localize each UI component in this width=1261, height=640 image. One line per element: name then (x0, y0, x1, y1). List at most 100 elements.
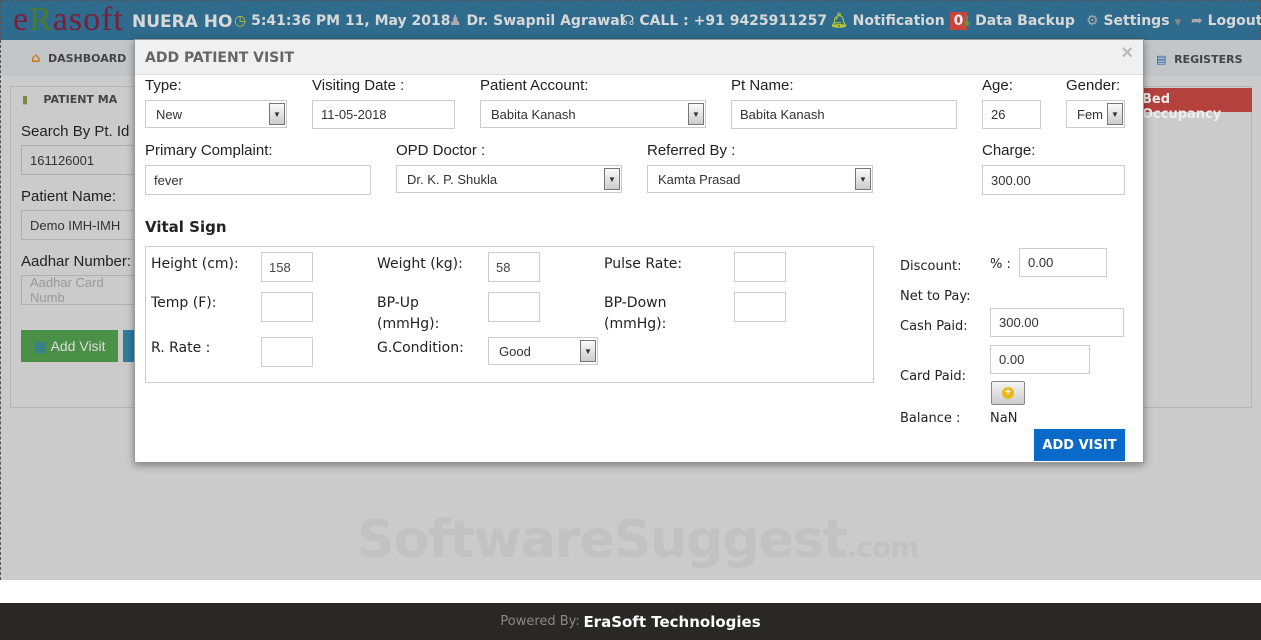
add-visit-button[interactable]: ADD VISIT (1034, 429, 1125, 461)
logout-link[interactable]: ➦ Logout (1191, 13, 1261, 29)
footer-prefix: Powered By: (500, 614, 580, 629)
bed-occupancy-button[interactable]: Bed Occupancy (1138, 88, 1252, 122)
tab-label: PATIENT MA (43, 93, 118, 106)
g-condition-select[interactable]: Good ▼ (488, 337, 598, 365)
visiting-date-input[interactable]: 11-05-2018 (312, 100, 455, 129)
r-rate-label: R. Rate : (151, 340, 211, 356)
notification-link[interactable]: 🔔︎ Notification 0 (830, 12, 968, 30)
settings-menu[interactable]: ⚙ Settings ▼ (1086, 13, 1181, 29)
watermark-suffix: .com (846, 531, 920, 564)
g-condition-value: Good (499, 343, 531, 359)
patient-account-select[interactable]: Babita Kanash ▼ (480, 100, 706, 128)
modal-title: ADD PATIENT VISIT (145, 50, 295, 66)
r-rate-input[interactable] (261, 337, 313, 367)
age-label: Age: (982, 77, 1013, 94)
bell-icon: 🔔︎ (830, 13, 848, 29)
height-label: Height (cm): (151, 256, 239, 272)
chevron-down-icon: ▼ (580, 340, 596, 362)
opd-doctor-select[interactable]: Dr. K. P. Shukla ▼ (396, 165, 622, 193)
chevron-down-icon: ▼ (688, 103, 704, 125)
patient-account-label: Patient Account: (480, 77, 589, 94)
watermark: SoftwareSuggest.com (357, 510, 920, 570)
bp-down-input[interactable] (734, 292, 786, 322)
hospital-name: NUERA HO (132, 12, 233, 32)
footer-company[interactable]: EraSoft Technologies (583, 613, 760, 631)
nav-dashboard[interactable]: ⌂ DASHBOARD (31, 51, 126, 66)
g-condition-label: G.Condition: (377, 340, 464, 356)
call-text: CALL : +91 9425911257 (639, 13, 828, 29)
charge-label: Charge: (982, 142, 1036, 159)
nav-registers[interactable]: ▤ REGISTERS (1156, 53, 1243, 66)
gear-icon: ⚙ (1086, 13, 1099, 29)
referred-by-select[interactable]: Kamta Prasad ▼ (647, 165, 873, 193)
data-backup-link[interactable]: ⤓ Data Backup (964, 13, 1075, 29)
chevron-down-icon: ▼ (855, 168, 871, 190)
download-icon: ⤓ (964, 13, 971, 29)
net-to-pay-label: Net to Pay: (900, 289, 971, 304)
plus-circle-icon: + (1002, 387, 1014, 399)
card-paid-input[interactable]: 0.00 (990, 345, 1090, 374)
add-payment-button[interactable]: + (991, 381, 1025, 405)
patient-name-input[interactable]: Demo IMH-IMH (21, 210, 141, 240)
discount-input[interactable]: 0.00 (1019, 248, 1107, 277)
search-input[interactable]: 161126001 (21, 145, 141, 175)
chevron-down-icon: ▼ (1107, 103, 1123, 125)
headset-icon: ☊ (622, 13, 635, 29)
backup-label: Data Backup (975, 13, 1075, 29)
bp-up-text: BP-Up (377, 295, 419, 311)
book-icon: ▮ (22, 93, 29, 106)
footer: Powered By: EraSoft Technologies (0, 603, 1261, 640)
gender-value: Fem (1077, 106, 1103, 122)
weight-label: Weight (kg): (377, 256, 463, 272)
tab-patient-management[interactable]: ▮ PATIENT MA (22, 93, 117, 106)
type-value: New (156, 106, 183, 122)
nav-dashboard-label: DASHBOARD (47, 52, 127, 65)
search-label: Search By Pt. Id (21, 123, 130, 140)
card-paid-label: Card Paid: (900, 369, 967, 384)
vital-sign-heading: Vital Sign (145, 218, 227, 236)
caret-down-icon: ▼ (1174, 18, 1182, 28)
watermark-text: SoftwareSuggest (357, 510, 848, 570)
share-icon: ➦ (1191, 13, 1203, 29)
gender-select[interactable]: Fem ▼ (1066, 100, 1125, 128)
bp-down-text: BP-Down (604, 295, 667, 311)
bp-up-unit: (mmHg): (377, 316, 440, 332)
notification-label: Notification (852, 13, 945, 29)
logo: eRasoft (13, 1, 124, 38)
pt-name-input[interactable]: Babita Kanash (731, 100, 957, 129)
datetime-text: 5:41:36 PM 11, May 2018 (251, 13, 451, 29)
bp-down-label: BP-Down (mmHg): (604, 293, 666, 335)
weight-input[interactable]: 58 (488, 252, 540, 282)
balance-value: NaN (990, 411, 1018, 426)
patient-name-label: Patient Name: (21, 188, 117, 205)
clock-icon: ◷ (234, 13, 247, 29)
chevron-down-icon: ▼ (269, 103, 285, 125)
bp-up-input[interactable] (488, 292, 540, 322)
add-visit-bg-label: Add Visit (50, 338, 106, 354)
complaint-input[interactable]: fever (145, 165, 371, 195)
chevron-down-icon: ▼ (604, 168, 620, 190)
add-visit-bg-button[interactable]: ▦ Add Visit (21, 330, 118, 362)
datetime: ◷ 5:41:36 PM 11, May 2018 (234, 13, 451, 29)
type-select[interactable]: New ▼ (145, 100, 287, 128)
cash-paid-input[interactable]: 300.00 (990, 308, 1124, 337)
visiting-date-label: Visiting Date : (312, 77, 405, 94)
temp-label: Temp (F): (151, 295, 217, 311)
bp-down-unit: (mmHg): (604, 316, 667, 332)
type-label: Type: (145, 77, 182, 94)
temp-input[interactable] (261, 292, 313, 322)
height-input[interactable]: 158 (261, 252, 313, 282)
add-patient-visit-modal: ADD PATIENT VISIT × Type: New ▼ Visiting … (134, 39, 1144, 463)
aadhar-input[interactable]: Aadhar Card Numb (21, 275, 141, 305)
charge-input[interactable]: 300.00 (982, 165, 1125, 195)
pt-name-label: Pt Name: (731, 77, 794, 94)
gender-label: Gender: (1066, 77, 1121, 94)
age-input[interactable]: 26 (982, 100, 1041, 129)
close-icon[interactable]: × (1121, 42, 1133, 65)
discount-percent-label: % : (990, 257, 1011, 272)
register-icon: ▤ (1156, 53, 1167, 66)
discount-label: Discount: (900, 259, 962, 274)
cash-paid-label: Cash Paid: (900, 319, 968, 334)
pulse-rate-input[interactable] (734, 252, 786, 282)
user-link[interactable]: ♟ Dr. Swapnil Agrawal (449, 13, 624, 29)
